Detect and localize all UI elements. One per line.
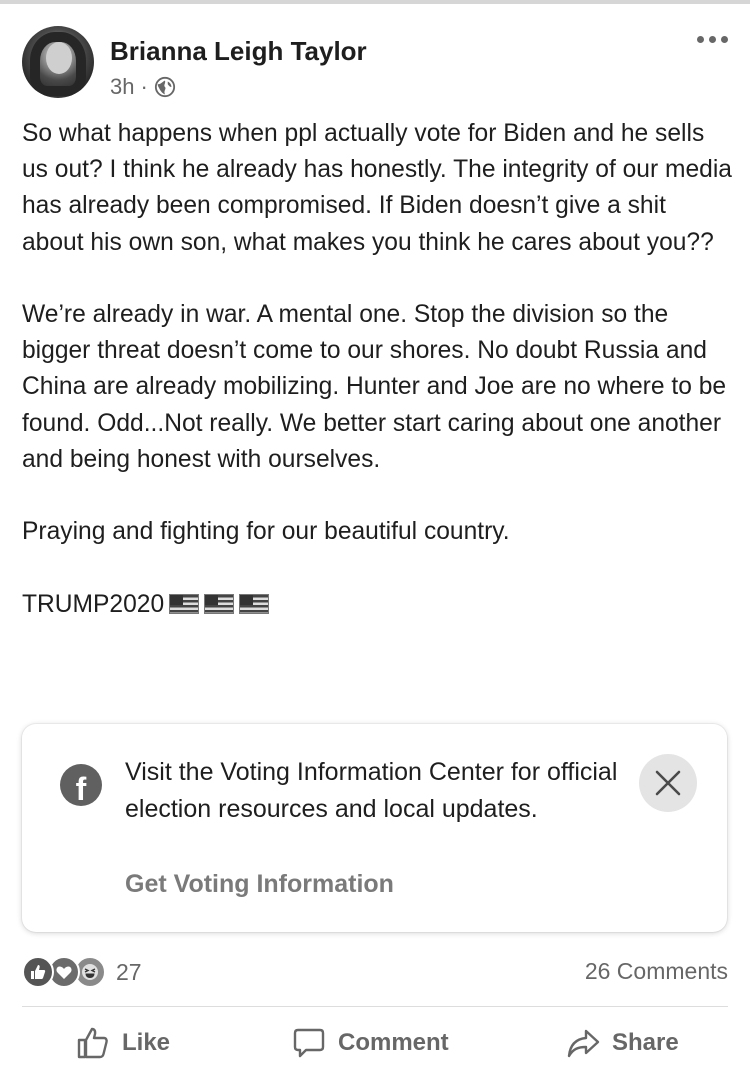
- voting-info-text: Visit the Voting Information Center for …: [125, 758, 618, 823]
- globe-icon: [154, 76, 175, 98]
- more-dot: [697, 36, 704, 43]
- voting-info-card: f Visit the Voting Information Center fo…: [22, 724, 727, 932]
- post-time[interactable]: 3h: [110, 74, 134, 100]
- us-flag-icon: [169, 593, 200, 614]
- post-paragraph: Praying and fighting for our beautiful c…: [22, 518, 510, 546]
- post-meta: 3h ·: [110, 74, 176, 100]
- top-border: [0, 0, 750, 4]
- meta-separator: ·: [140, 74, 148, 99]
- facebook-icon: f: [60, 764, 102, 806]
- avatar-face: [46, 42, 72, 74]
- comment-label: Comment: [338, 1029, 449, 1056]
- more-dot: [721, 36, 728, 43]
- comment-icon: [293, 1028, 325, 1058]
- like-reaction-icon: [22, 956, 54, 988]
- more-options-button[interactable]: [697, 36, 728, 43]
- post-hashtag-line: TRUMP2020: [22, 587, 732, 623]
- like-label: Like: [122, 1029, 171, 1056]
- get-voting-info-link[interactable]: Get Voting Information: [125, 870, 394, 899]
- post-paragraph: So what happens when ppl actually vote f…: [22, 120, 732, 256]
- share-icon: [567, 1029, 600, 1058]
- comment-button[interactable]: Comment: [292, 1026, 449, 1060]
- reaction-count: 27: [116, 958, 142, 985]
- more-dot: [709, 36, 716, 43]
- like-button[interactable]: Like: [76, 1026, 170, 1060]
- thumbs-up-icon: [77, 1027, 108, 1059]
- close-card-button[interactable]: [639, 754, 697, 812]
- divider: [22, 1006, 728, 1007]
- post-paragraph: We’re already in war. A mental one. Stop…: [22, 301, 727, 473]
- share-label: Share: [612, 1029, 679, 1056]
- post-paragraph: TRUMP2020: [22, 590, 165, 618]
- share-button[interactable]: Share: [566, 1026, 679, 1060]
- avatar[interactable]: [22, 26, 94, 98]
- us-flag-icon: [239, 593, 270, 614]
- reaction-summary[interactable]: 27: [22, 956, 142, 988]
- comments-count[interactable]: 26 Comments: [585, 958, 728, 985]
- post-body: So what happens when ppl actually vote f…: [22, 116, 732, 623]
- close-icon: [655, 770, 681, 796]
- us-flag-icon: [204, 593, 235, 614]
- author-name[interactable]: Brianna Leigh Taylor: [110, 36, 367, 67]
